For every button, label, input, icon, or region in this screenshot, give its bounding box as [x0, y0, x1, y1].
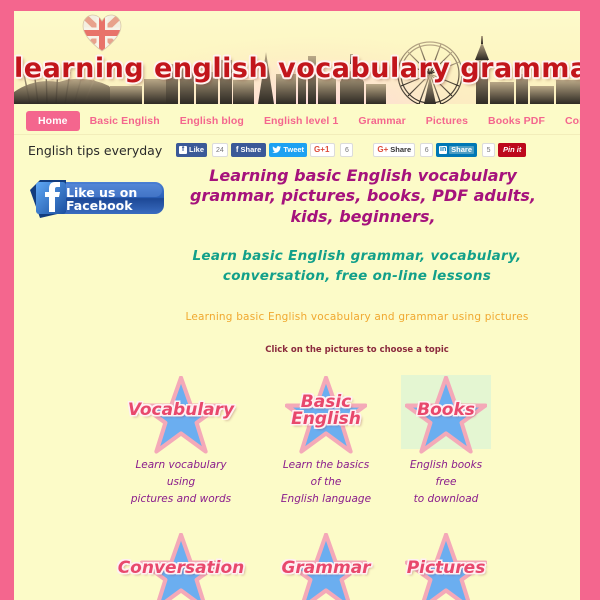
content-column: learning english vocabulary grammar . co…: [14, 11, 580, 600]
tips-and-social-row: English tips everyday f Like 24 f Share …: [14, 138, 580, 162]
subtitle-orange: Learning basic English vocabulary and gr…: [185, 310, 529, 323]
social-share-bar: f Like 24 f Share Tweet G+1 6 G+ Share 6…: [176, 143, 527, 157]
twitter-bird-icon: [272, 146, 282, 153]
star-wrap-vocabulary: Vocabulary: [96, 373, 266, 454]
main-navigation: Home Basic English English blog English …: [14, 108, 580, 135]
banner-title: learning english vocabulary grammar . co…: [14, 53, 580, 84]
topic-card-books[interactable]: Books English books free to download: [386, 373, 506, 517]
topic-title-conversation: Conversation: [117, 557, 245, 578]
facebook-share-label: Share: [240, 145, 262, 155]
english-tips-label: English tips everyday: [28, 142, 163, 158]
fb-badge-line2: Facebook: [66, 198, 133, 213]
nav-item-basic-english[interactable]: Basic English: [80, 111, 170, 131]
topic-title-pictures: Pictures: [406, 557, 486, 578]
topic-grid-row-1: Vocabulary Learn vocabulary using pictur…: [14, 373, 580, 517]
linkedin-share-count: 5: [482, 143, 496, 157]
topic-card-basic-english[interactable]: Basic English Learn the basics of the En…: [266, 373, 386, 517]
nav-item-home[interactable]: Home: [26, 111, 80, 131]
topic-card-pictures[interactable]: Pictures: [386, 530, 506, 600]
like-us-on-facebook-badge[interactable]: Like us on Facebook: [26, 176, 166, 222]
twitter-tweet-label: Tweet: [283, 145, 305, 155]
star-wrap-books: Books: [386, 373, 506, 454]
topic-card-conversation[interactable]: Conversation: [96, 530, 266, 600]
facebook-share-button[interactable]: f Share: [230, 143, 267, 157]
facebook-icon: f: [179, 146, 187, 154]
google-plus-icon: G+1: [314, 145, 330, 154]
union-jack-heart-icon: [82, 14, 122, 52]
facebook-like-button[interactable]: f Like: [176, 143, 208, 157]
google-plus-one-count: 6: [340, 143, 354, 157]
topic-title-grammar: Grammar: [281, 557, 371, 578]
subtitle-teal: Learn basic English grammar, vocabulary,…: [192, 248, 522, 284]
topic-title-vocabulary: Vocabulary: [127, 400, 235, 421]
topic-grid-row-2: Conversation Grammar Pictures: [14, 530, 580, 600]
facebook-thumb-icon: [30, 180, 66, 218]
nav-item-conversation[interactable]: Conversation: [555, 111, 580, 131]
nav-item-books-pdf[interactable]: Books PDF: [478, 111, 555, 131]
star-wrap-pictures: Pictures: [386, 530, 506, 600]
linkedin-icon: in: [439, 146, 448, 154]
facebook-like-label: Like: [189, 145, 205, 155]
site-banner: learning english vocabulary grammar . co…: [14, 11, 580, 104]
facebook-icon: f: [235, 145, 239, 154]
facebook-like-count: 24: [212, 143, 228, 157]
google-plus-one-button[interactable]: G+1: [310, 143, 336, 157]
twitter-tweet-button[interactable]: Tweet: [269, 143, 308, 157]
instruction-text: Click on the pictures to choose a topic: [265, 344, 449, 355]
star-wrap-conversation: Conversation: [96, 530, 266, 600]
page-root: learning english vocabulary grammar . co…: [0, 0, 600, 600]
topic-desc-books: English books free to download: [409, 458, 483, 506]
star-wrap-grammar: Grammar: [266, 530, 386, 600]
topic-title-basic-english: Basic English: [291, 391, 361, 429]
topic-title-books: Books: [417, 400, 475, 421]
google-share-label: Share: [390, 145, 412, 155]
pinterest-pin-button[interactable]: Pin it: [498, 143, 527, 157]
topic-card-vocabulary[interactable]: Vocabulary Learn vocabulary using pictur…: [96, 373, 266, 517]
topic-desc-vocabulary: Learn vocabulary using pictures and word…: [130, 458, 232, 506]
topic-desc-basic-english: Learn the basics of the English language: [280, 458, 372, 506]
linkedin-share-label: Share: [449, 145, 475, 155]
topic-card-grammar[interactable]: Grammar: [266, 530, 386, 600]
google-share-button[interactable]: G+ Share: [373, 143, 416, 157]
nav-item-pictures[interactable]: Pictures: [416, 111, 478, 131]
nav-item-english-level-1[interactable]: English level 1: [254, 111, 348, 131]
nav-item-english-blog[interactable]: English blog: [170, 111, 254, 131]
pinterest-pin-label: Pin it: [503, 145, 522, 155]
google-plus-icon: G+: [377, 145, 389, 154]
nav-item-grammar[interactable]: Grammar: [348, 111, 415, 131]
star-wrap-basic-english: Basic English: [266, 373, 386, 454]
main-content: Like us on Facebook Learning basic Engli…: [14, 162, 580, 600]
google-share-count: 6: [420, 143, 434, 157]
linkedin-share-button[interactable]: in Share: [436, 143, 478, 157]
